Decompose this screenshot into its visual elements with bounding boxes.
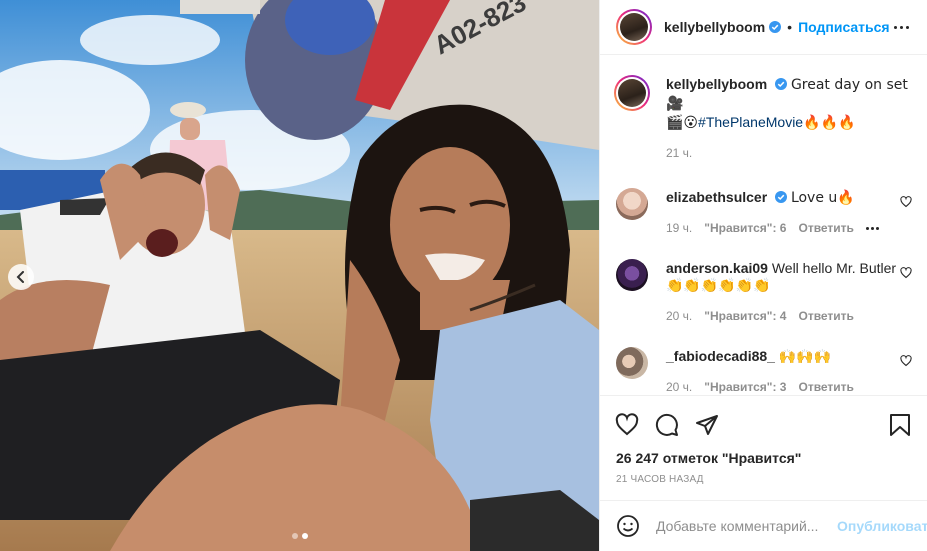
comment-avatar[interactable] xyxy=(616,259,648,291)
publish-button[interactable]: Опубликовать xyxy=(837,518,927,534)
post-header: kellybellyboom • Подписаться xyxy=(600,0,927,55)
action-bar xyxy=(614,404,913,446)
comment-text: Love u🔥 xyxy=(790,190,855,206)
comment-like-button[interactable] xyxy=(899,355,913,369)
comment-item: anderson.kai09 Well hello Mr. Butler 👏👏👏… xyxy=(616,259,913,325)
comment-text: 🙌🙌🙌 xyxy=(778,349,832,365)
comment-time[interactable]: 20 ч. xyxy=(666,307,692,325)
heart-icon xyxy=(615,413,639,436)
carousel-dot-active xyxy=(301,533,308,539)
post-caption: kellybellyboom Great day on set 🎥 🎬😮#The… xyxy=(614,75,913,162)
comment-likes-count[interactable]: "Нравится": 4 xyxy=(704,309,786,323)
comment-icon xyxy=(655,413,678,436)
caption-time[interactable]: 21 ч. xyxy=(666,144,692,162)
comment-likes-count[interactable]: "Нравится": 3 xyxy=(704,380,786,394)
comment-username[interactable]: elizabethsulcer xyxy=(666,189,767,205)
photo-scene: A02-823 xyxy=(0,0,599,551)
carousel-indicator xyxy=(291,533,308,539)
caption-username[interactable]: kellybellyboom xyxy=(666,76,767,92)
emoji-picker-button[interactable] xyxy=(616,514,640,538)
reply-button[interactable]: Ответить xyxy=(798,309,853,323)
comments-list: kellybellyboom Great day on set 🎥 🎬😮#The… xyxy=(600,55,927,395)
add-comment-bar: Опубликовать xyxy=(600,500,927,551)
post-sidebar: kellybellyboom • Подписаться kellybellyb… xyxy=(599,0,927,551)
save-button[interactable] xyxy=(887,412,913,438)
comment-username[interactable]: anderson.kai09 xyxy=(666,260,768,276)
comment-time[interactable]: 20 ч. xyxy=(666,378,692,395)
heart-icon xyxy=(900,355,912,367)
header-separator: • xyxy=(787,19,793,35)
comment-item: _fabiodecadi88_ 🙌🙌🙌 20 ч. "Нравится": 3 … xyxy=(616,347,913,395)
comment-button[interactable] xyxy=(654,412,680,438)
instagram-post: A02-823 kellybellyboom • Подписаться kel… xyxy=(0,0,927,551)
comment-more-button[interactable] xyxy=(865,226,879,230)
heart-icon xyxy=(900,196,912,208)
follow-button[interactable]: Подписаться xyxy=(798,19,890,35)
author-username[interactable]: kellybellyboom xyxy=(664,19,765,35)
reply-button[interactable]: Ответить xyxy=(798,380,853,394)
more-options-button[interactable] xyxy=(890,22,913,33)
post-actions: 26 247 отметок "Нравится" 21 часов назад xyxy=(600,395,927,485)
comment-time[interactable]: 19 ч. xyxy=(666,219,692,237)
carousel-prev-button[interactable] xyxy=(8,264,34,290)
verified-badge-icon xyxy=(769,21,782,33)
chevron-left-icon xyxy=(16,271,24,283)
smiley-icon xyxy=(617,515,639,537)
heart-icon xyxy=(900,267,912,279)
like-count[interactable]: 26 247 отметок "Нравится" xyxy=(614,450,913,466)
verified-badge-icon xyxy=(775,191,788,203)
caption-emoji-prefix: 🎬😮 xyxy=(666,115,699,131)
comment-text-line2: 👏👏👏👏👏👏 xyxy=(666,278,771,294)
comment-like-button[interactable] xyxy=(899,267,913,281)
comment-item: elizabethsulcer Love u🔥 19 ч. "Нравится"… xyxy=(616,188,913,237)
share-button[interactable] xyxy=(694,412,720,438)
post-photo[interactable]: A02-823 xyxy=(0,0,599,551)
author-avatar[interactable] xyxy=(616,9,652,45)
like-button[interactable] xyxy=(614,412,640,438)
carousel-dot xyxy=(291,533,298,539)
post-timestamp[interactable]: 21 часов назад xyxy=(614,474,913,485)
bookmark-icon xyxy=(890,414,910,436)
comment-username[interactable]: _fabiodecadi88_ xyxy=(666,348,775,364)
caption-emoji-suffix: 🔥🔥🔥 xyxy=(803,115,856,131)
caption-hashtag[interactable]: #ThePlaneMovie xyxy=(698,114,803,130)
comment-likes-count[interactable]: "Нравится": 6 xyxy=(704,221,786,235)
comment-like-button[interactable] xyxy=(899,196,913,210)
comment-avatar[interactable] xyxy=(616,347,648,379)
reply-button[interactable]: Ответить xyxy=(798,221,853,235)
comment-text: Well hello Mr. Butler xyxy=(771,260,897,276)
comment-input[interactable] xyxy=(656,518,837,534)
caption-avatar[interactable] xyxy=(614,75,650,111)
comment-avatar[interactable] xyxy=(616,188,648,220)
verified-badge-icon xyxy=(775,78,788,90)
paper-plane-icon xyxy=(696,415,718,435)
